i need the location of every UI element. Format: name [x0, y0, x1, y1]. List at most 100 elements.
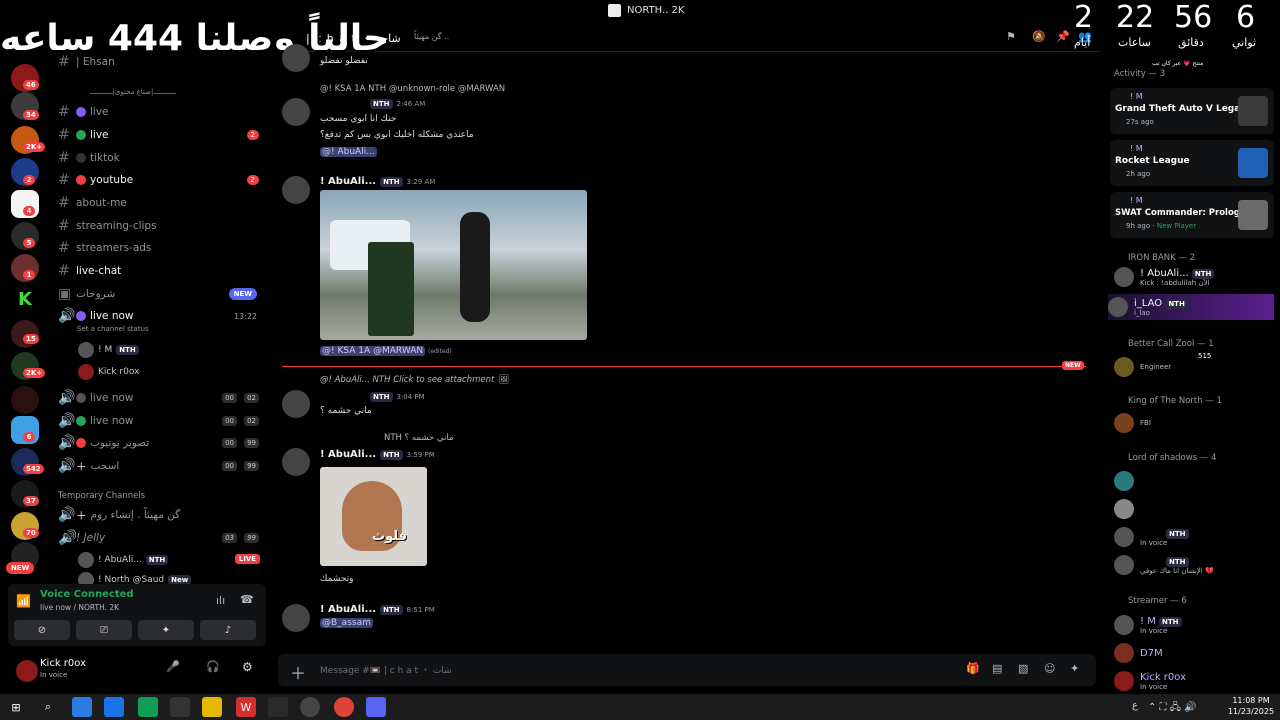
- channel-live-chat[interactable]: # live-chat: [58, 261, 263, 281]
- message-author[interactable]: ! AbuAli... NTH 3:59 PM: [320, 449, 435, 460]
- message-author[interactable]: ! AbuAli... NTH 3:29 AM: [320, 176, 435, 187]
- channel-tutorials[interactable]: ▣ شروحات NEW: [58, 284, 263, 304]
- user-mention[interactable]: @! KSA 1A @MARWAN: [320, 346, 426, 356]
- avatar[interactable]: [282, 176, 310, 204]
- add-attachment-icon[interactable]: ＋: [290, 660, 306, 684]
- voice-channel[interactable]: 🔊 ＋ اسحب 00 99: [58, 456, 263, 476]
- user-name[interactable]: Kick r0ox: [40, 658, 86, 669]
- member-group-header[interactable]: Streamer — 6: [1128, 596, 1187, 606]
- voice-channel[interactable]: 🔊 تصوير يوتيوب 00 99: [58, 433, 263, 453]
- file-explorer-icon[interactable]: [202, 697, 222, 717]
- reply-preview[interactable]: @! KSA 1A NTH @unknown-role @MARWAN: [320, 84, 505, 94]
- activity-card[interactable]: ! M SWAT Commander: Prologue 9h ago · Ne…: [1110, 192, 1274, 238]
- chrome-icon[interactable]: [334, 697, 354, 717]
- threads-icon[interactable]: ⚑: [1006, 30, 1016, 43]
- avatar[interactable]: [282, 604, 310, 632]
- channel-streaming-clips[interactable]: # streaming-clips: [58, 216, 263, 236]
- create-room-channel[interactable]: 🔊 ＋ گن مهيئاً . إنشاء روم: [58, 505, 263, 525]
- sticker-icon[interactable]: ▧: [1018, 662, 1028, 675]
- member-group-header[interactable]: IRON BANK — 2: [1128, 253, 1195, 263]
- obs-icon[interactable]: [300, 697, 320, 717]
- activity-card[interactable]: ! M Grand Theft Auto V Legacy 27s ago: [1110, 88, 1274, 134]
- member-item[interactable]: [1114, 496, 1134, 522]
- apps-icon[interactable]: ✦: [1070, 662, 1079, 675]
- camera-button[interactable]: ⊘: [14, 620, 70, 640]
- copilot-icon[interactable]: [72, 697, 92, 717]
- channel-topic[interactable]: گن مهيئاً ..: [414, 32, 449, 41]
- noise-suppression-icon[interactable]: ılı: [216, 594, 225, 607]
- video-attachment[interactable]: [320, 190, 587, 340]
- server-icon[interactable]: [11, 386, 39, 414]
- gift-icon[interactable]: 🎁: [966, 662, 980, 675]
- message-author[interactable]: ! AbuAli... NTH 8:51 PM: [320, 604, 435, 615]
- reply-preview[interactable]: NTH ماني حشمه ؟: [384, 433, 453, 443]
- mute-bell-icon[interactable]: 🔕: [1032, 30, 1046, 43]
- headphones-icon[interactable]: 🎧: [206, 660, 220, 673]
- voice-connected-title[interactable]: Voice Connected: [40, 589, 134, 600]
- voice-channel-jelly[interactable]: 🔊! Jelly 03 99: [58, 528, 263, 548]
- member-item[interactable]: [1114, 468, 1134, 494]
- activity-card[interactable]: ! M Rocket League 2h ago: [1110, 140, 1274, 186]
- member-item[interactable]: NTH In voice: [1114, 524, 1189, 550]
- member-item[interactable]: FBI: [1114, 410, 1151, 436]
- user-mention[interactable]: @! AbuAli...: [320, 147, 377, 157]
- member-item[interactable]: Engineer 515: [1114, 352, 1211, 380]
- channel-tiktok[interactable]: # tiktok: [58, 148, 263, 168]
- activities-button[interactable]: ✦: [138, 620, 194, 640]
- app-icon[interactable]: [104, 697, 124, 717]
- member-item[interactable]: ! M NTH In voice: [1114, 612, 1182, 638]
- voice-channel[interactable]: 🔊 live now 00 02: [58, 388, 263, 408]
- message-input[interactable]: Message #📼 | c h a t ・ شات: [320, 663, 452, 676]
- search-icon[interactable]: ⌕: [38, 697, 58, 717]
- microphone-icon[interactable]: 🎤: [166, 660, 180, 673]
- voice-channel[interactable]: 🔊 live now 00 02: [58, 411, 263, 431]
- member-group-header[interactable]: King of The North — 1: [1128, 396, 1222, 406]
- avatar[interactable]: [282, 44, 310, 72]
- member-group-header[interactable]: Lord of shadows — 4: [1128, 453, 1216, 463]
- avatar[interactable]: [282, 98, 310, 126]
- message-author[interactable]: NTH 3:04 PM: [370, 392, 425, 402]
- message-author[interactable]: NTH 2:46 AM: [370, 99, 425, 109]
- avatar[interactable]: [282, 390, 310, 418]
- soundboard-button[interactable]: ♪: [200, 620, 256, 640]
- terminal-icon[interactable]: [268, 697, 288, 717]
- pin-icon[interactable]: 📌: [1056, 30, 1070, 43]
- windows-start-icon[interactable]: ⊞: [6, 697, 26, 717]
- voice-channel-live-now[interactable]: 🔊 live now 13:22: [58, 306, 263, 326]
- member-item[interactable]: i_LAO NTH i_lao: [1108, 294, 1274, 320]
- voice-channel-path[interactable]: live now / NORTH. 2K: [40, 603, 119, 612]
- wps-icon[interactable]: W: [236, 697, 256, 717]
- member-item[interactable]: ! AbuAli... NTH Kick : !abdulilah الآن: [1114, 264, 1215, 290]
- channel-streamers-ads[interactable]: # streamers-ads: [58, 238, 263, 258]
- member-item[interactable]: Kick r0ox In voice: [1114, 668, 1186, 694]
- channel-status-prompt[interactable]: Set a channel status: [77, 325, 149, 333]
- clock-time[interactable]: 11:08 PM: [1226, 696, 1276, 705]
- category-header[interactable]: ـــــــــــ|صناع محتوى|ـــــــــــ: [90, 82, 295, 102]
- image-attachment[interactable]: فلوث: [320, 467, 427, 566]
- channel-live-2[interactable]: # live 2: [58, 125, 263, 145]
- user-mention[interactable]: @B_assam: [320, 618, 373, 628]
- voice-user[interactable]: ! AbuAli... NTH: [78, 552, 169, 568]
- tray-icons[interactable]: ⌃ ⛶ 🖧 🔊: [1148, 700, 1197, 717]
- member-item[interactable]: NTH الإنسان انا ماك عوقي 💔: [1114, 552, 1214, 578]
- edge-icon[interactable]: [138, 697, 158, 717]
- voice-user[interactable]: ! M NTH: [78, 342, 139, 358]
- channel-youtube[interactable]: # youtube 2: [58, 170, 263, 190]
- user-avatar[interactable]: [16, 660, 38, 682]
- gif-icon[interactable]: ▤: [992, 662, 1002, 675]
- member-item[interactable]: D7M: [1114, 640, 1163, 666]
- category-temporary-channels[interactable]: Temporary Channels: [58, 491, 145, 501]
- avatar[interactable]: [282, 448, 310, 476]
- discord-icon[interactable]: [366, 697, 386, 717]
- screen-share-button[interactable]: ⎚: [76, 620, 132, 640]
- language-indicator[interactable]: ع: [1132, 700, 1138, 711]
- reply-preview[interactable]: @! AbuAli... NTH Click to see attachment…: [320, 375, 509, 385]
- disconnect-icon[interactable]: ☎: [240, 593, 254, 606]
- channel-about-me[interactable]: # about-me: [58, 193, 263, 213]
- voice-user[interactable]: Kick r0ox: [78, 364, 139, 380]
- kick-server-icon[interactable]: K: [11, 286, 39, 314]
- settings-gear-icon[interactable]: ⚙: [242, 660, 253, 674]
- member-group-header[interactable]: Better Call Zool — 1: [1128, 339, 1214, 349]
- channel-live[interactable]: # live: [58, 102, 263, 122]
- emoji-icon[interactable]: ☺: [1044, 662, 1055, 675]
